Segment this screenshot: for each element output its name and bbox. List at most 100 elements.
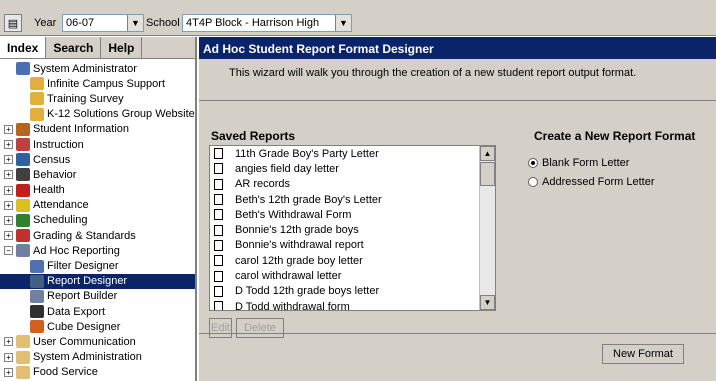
tree-node[interactable]: Report Designer [0, 273, 195, 289]
addressed-form-letter-label: Addressed Form Letter [542, 176, 655, 188]
addressed-form-letter-option[interactable]: Addressed Form Letter [528, 176, 655, 188]
report-name: 11th Grade Boy's Party Letter [235, 147, 379, 160]
tree-node[interactable]: + User Communication [0, 334, 195, 349]
tree-node-label: Ad Hoc Reporting [33, 244, 120, 257]
tab-help[interactable]: Help [101, 37, 143, 58]
tab-index[interactable]: Index [0, 37, 47, 58]
menu-toggle-icon[interactable]: ▤ [4, 14, 22, 32]
tree-node-label: Cube Designer [47, 320, 121, 333]
main-panel: Ad Hoc Student Report Format Designer Th… [199, 37, 716, 381]
year-select[interactable]: 06-07 ▼ [62, 14, 144, 32]
delete-button[interactable]: Delete [236, 318, 284, 338]
radio-icon[interactable] [528, 158, 538, 168]
blank-form-letter-option[interactable]: Blank Form Letter [528, 157, 629, 169]
folder-icon [16, 183, 30, 197]
tree-node[interactable]: + Grading & Standards [0, 228, 195, 243]
tree-node-label: Food Service [33, 366, 98, 379]
list-item[interactable]: angies field day letter [210, 161, 495, 176]
tree-node[interactable]: Report Builder [0, 289, 195, 304]
list-item[interactable]: Beth's Withdrawal Form [210, 207, 495, 222]
tree-node[interactable]: + Census [0, 152, 195, 167]
chevron-down-icon: ▼ [335, 15, 351, 31]
tree-node[interactable]: − Ad Hoc Reporting [0, 243, 195, 258]
tree-node[interactable]: + Instruction [0, 137, 195, 152]
tree-node[interactable]: + System Administration [0, 350, 195, 365]
list-item[interactable]: Bonnie's withdrawal report [210, 238, 495, 253]
tree-node-label: Scheduling [33, 214, 88, 227]
list-item[interactable]: Bonnie's 12th grade boys [210, 222, 495, 237]
tree-node[interactable]: + Food Service [0, 365, 195, 380]
report-name: Bonnie's withdrawal report [235, 239, 364, 252]
expand-icon[interactable]: + [4, 231, 13, 241]
list-item[interactable]: D Todd withdrawal form [210, 299, 495, 310]
tree-node[interactable]: System Administrator [0, 61, 195, 76]
school-select[interactable]: 4T4P Block - Harrison High ▼ [182, 14, 352, 32]
list-item[interactable]: AR records [210, 177, 495, 192]
tree-node-label: Health [33, 184, 65, 197]
list-item[interactable]: Beth's 12th grade Boy's Letter [210, 192, 495, 207]
expand-icon[interactable]: + [4, 124, 13, 134]
scroll-thumb[interactable] [480, 162, 495, 186]
expand-icon[interactable]: + [4, 185, 13, 195]
tree-node[interactable]: + Behavior [0, 167, 195, 182]
year-select-value: 06-07 [66, 17, 95, 29]
folder-icon [16, 138, 30, 152]
radio-icon[interactable] [528, 177, 538, 187]
tree-node-label: K-12 Solutions Group Website [47, 108, 195, 121]
expand-icon[interactable]: + [4, 170, 13, 180]
expand-icon[interactable]: + [4, 200, 13, 210]
tree-node[interactable]: Infinite Campus Support [0, 76, 195, 91]
tree-node[interactable]: K-12 Solutions Group Website [0, 107, 195, 122]
tree-node[interactable]: + Scheduling [0, 213, 195, 228]
report-name: carol withdrawal letter [235, 270, 342, 283]
tree-node-label: Instruction [33, 138, 84, 151]
tree-node-label: Census [33, 153, 71, 166]
scroll-up-icon[interactable]: ▲ [480, 146, 495, 161]
tree-node[interactable]: + Attendance [0, 198, 195, 213]
list-item[interactable]: carol 12th grade boy letter [210, 253, 495, 268]
list-item[interactable]: D Todd 12th grade boys letter [210, 284, 495, 299]
list-scrollbar[interactable]: ▲ ▼ [479, 146, 495, 310]
tree-node[interactable]: Filter Designer [0, 258, 195, 273]
new-format-button[interactable]: New Format [602, 344, 684, 364]
document-icon [214, 255, 223, 267]
chevron-down-icon: ▼ [127, 15, 143, 31]
saved-reports-list[interactable]: 11th Grade Boy's Party Letter angies fiel… [209, 145, 496, 311]
folder-icon [30, 305, 44, 319]
tree-node-label: Student Information [33, 123, 130, 136]
tree-node[interactable]: Data Export [0, 304, 195, 319]
tree-node[interactable]: Training Survey [0, 91, 195, 106]
scroll-down-icon[interactable]: ▼ [480, 295, 495, 310]
tree-node-label: Grading & Standards [33, 229, 136, 242]
tree-node-label: Filter Designer [47, 260, 119, 273]
tab-search[interactable]: Search [46, 37, 102, 58]
saved-reports-heading: Saved Reports [211, 129, 296, 143]
folder-icon [30, 259, 44, 273]
list-item[interactable]: carol withdrawal letter [210, 268, 495, 283]
document-icon [214, 301, 223, 310]
document-icon [214, 209, 223, 221]
folder-icon [30, 320, 44, 334]
report-name: carol 12th grade boy letter [235, 254, 363, 267]
folder-icon [16, 168, 30, 182]
expand-icon[interactable]: + [4, 140, 13, 150]
expand-icon[interactable]: + [4, 337, 13, 347]
folder-icon [16, 365, 30, 379]
tree-node[interactable]: + Health [0, 183, 195, 198]
folder-icon [16, 122, 30, 136]
folder-icon [16, 244, 30, 258]
tree-node[interactable]: Cube Designer [0, 319, 195, 334]
tree-node[interactable]: + Student Information [0, 122, 195, 137]
collapse-icon[interactable]: − [4, 246, 13, 256]
list-item[interactable]: 11th Grade Boy's Party Letter [210, 146, 495, 161]
report-name: D Todd 12th grade boys letter [235, 285, 380, 298]
folder-icon [16, 153, 30, 167]
folder-icon [30, 274, 44, 288]
expand-icon[interactable]: + [4, 215, 13, 225]
navigation-tree: System Administrator Infinite Campus Supp… [0, 59, 195, 380]
expand-icon[interactable]: + [4, 155, 13, 165]
edit-button[interactable]: Edit [209, 318, 232, 338]
folder-icon [30, 92, 44, 106]
expand-icon[interactable]: + [4, 367, 13, 377]
expand-icon[interactable]: + [4, 352, 13, 362]
